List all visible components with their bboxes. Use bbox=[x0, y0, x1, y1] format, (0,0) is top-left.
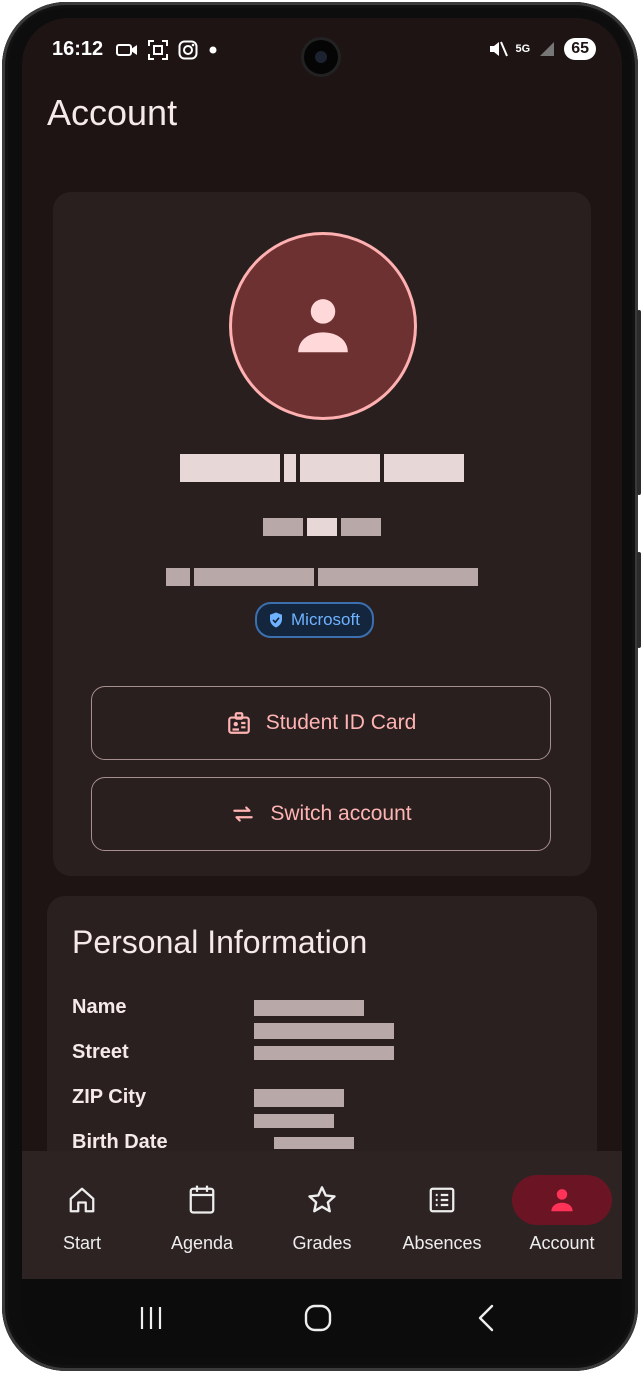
redacted-email bbox=[53, 568, 591, 586]
system-navigation-bar bbox=[22, 1279, 622, 1358]
calendar-icon bbox=[172, 1175, 232, 1225]
recent-apps-icon[interactable] bbox=[138, 1305, 164, 1331]
screenshot-icon bbox=[148, 40, 168, 60]
nav-label: Absences bbox=[402, 1233, 482, 1253]
microsoft-badge: Microsoft bbox=[255, 602, 374, 638]
app-screen: 16:12 5G 65 Account Microsoft Student ID… bbox=[22, 18, 622, 1358]
star-icon bbox=[292, 1175, 352, 1225]
nav-start[interactable]: Start bbox=[22, 1151, 142, 1279]
shield-check-icon bbox=[270, 612, 282, 628]
redacted-name bbox=[53, 454, 591, 482]
nav-account[interactable]: Account bbox=[502, 1151, 622, 1279]
section-title: Personal Information bbox=[72, 924, 368, 960]
avatar bbox=[229, 232, 417, 420]
switch-account-button[interactable]: Switch account bbox=[91, 777, 551, 851]
profile-card: Microsoft Student ID Card Switch account bbox=[53, 192, 591, 876]
info-row-zip-city: ZIP City bbox=[72, 1086, 344, 1128]
info-row-name: Name bbox=[72, 996, 394, 1039]
badge-label: Microsoft bbox=[291, 610, 360, 629]
network-type: 5G bbox=[515, 43, 531, 55]
redacted-value bbox=[252, 996, 396, 1042]
swap-arrows-icon bbox=[233, 806, 254, 822]
power-button bbox=[637, 552, 641, 648]
switch-account-label: Switch account bbox=[270, 802, 412, 825]
info-label: Name bbox=[72, 996, 127, 1018]
battery-level: 65 bbox=[564, 38, 596, 60]
home-icon bbox=[52, 1175, 112, 1225]
home-button-icon[interactable] bbox=[304, 1304, 332, 1332]
nav-label: Start bbox=[62, 1233, 101, 1253]
student-id-card-label: Student ID Card bbox=[265, 711, 417, 734]
nav-grades[interactable]: Grades bbox=[262, 1151, 382, 1279]
bottom-navigation: Start Agenda Grades Absences Account bbox=[22, 1151, 622, 1279]
notification-icons bbox=[116, 40, 218, 60]
student-id-card-button[interactable]: Student ID Card bbox=[91, 686, 551, 760]
info-row-street: Street bbox=[72, 1041, 394, 1064]
phone-frame: 16:12 5G 65 Account Microsoft Student ID… bbox=[2, 2, 641, 1371]
nav-agenda[interactable]: Agenda bbox=[142, 1151, 262, 1279]
status-time: 16:12 bbox=[52, 38, 104, 60]
redacted-id bbox=[53, 518, 591, 536]
info-label: Street bbox=[72, 1041, 129, 1063]
back-icon[interactable] bbox=[476, 1304, 496, 1332]
id-badge-icon bbox=[227, 712, 250, 734]
volume-button bbox=[637, 310, 641, 495]
status-bar: 16:12 5G 65 bbox=[22, 18, 622, 82]
redacted-value bbox=[252, 1086, 346, 1132]
person-icon bbox=[512, 1175, 612, 1225]
nav-label: Account bbox=[529, 1233, 595, 1253]
person-icon bbox=[298, 299, 348, 353]
redacted-value bbox=[252, 1041, 396, 1064]
video-call-icon bbox=[116, 44, 137, 56]
nav-absences[interactable]: Absences bbox=[382, 1151, 502, 1279]
info-label: Birth Date bbox=[72, 1131, 168, 1153]
front-camera bbox=[304, 40, 338, 74]
nav-label: Agenda bbox=[170, 1233, 234, 1253]
signal-icon bbox=[540, 42, 555, 56]
instagram-icon bbox=[178, 40, 198, 60]
nav-label: Grades bbox=[292, 1233, 352, 1253]
system-status-icons: 5G 65 bbox=[488, 38, 596, 60]
dot-icon bbox=[209, 46, 217, 54]
list-icon bbox=[412, 1175, 472, 1225]
page-title: Account bbox=[47, 92, 178, 133]
info-label: ZIP City bbox=[72, 1086, 147, 1108]
mute-icon bbox=[489, 41, 508, 57]
